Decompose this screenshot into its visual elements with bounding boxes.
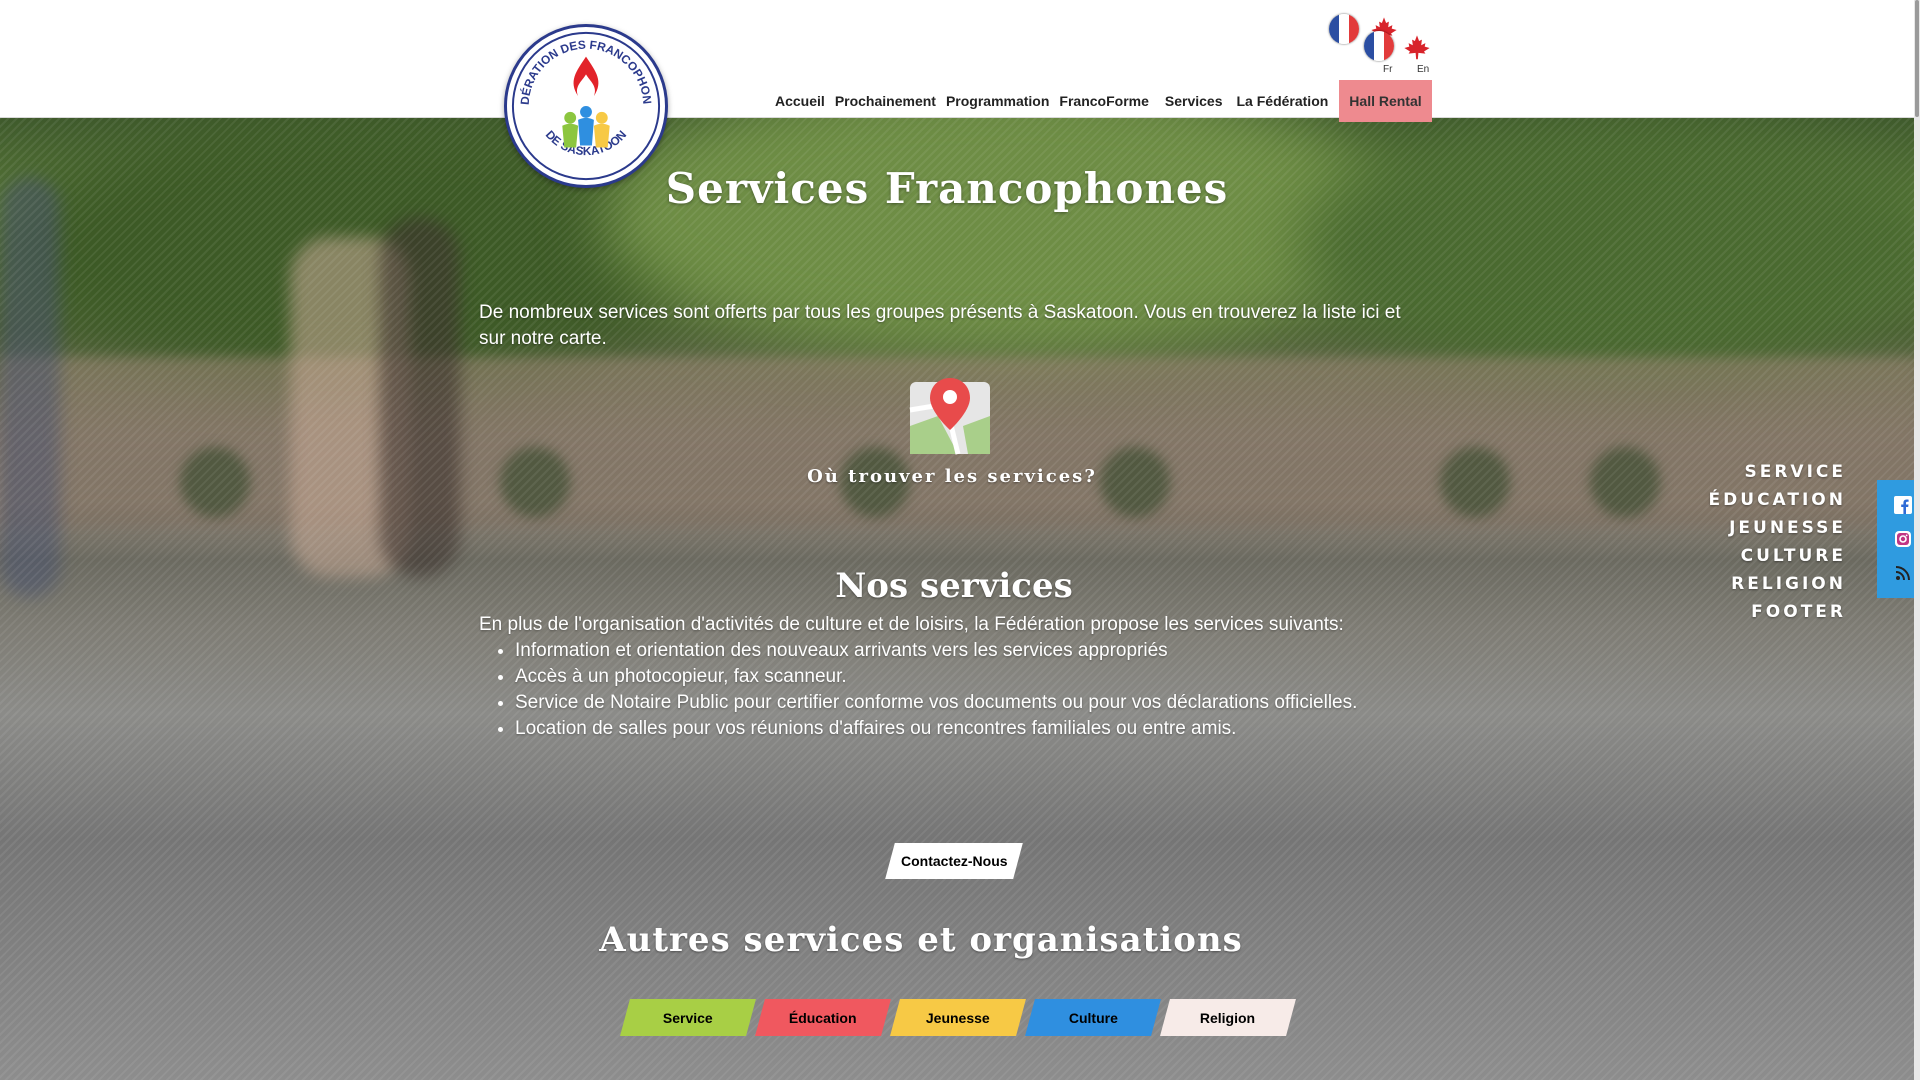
france-flag-icon[interactable] bbox=[1364, 31, 1394, 61]
quick-anchor-menu: SERVICE ÉDUCATION JEUNESSE CULTURE RELIG… bbox=[1709, 458, 1846, 626]
services-lead: En plus de l'organisation d'activités de… bbox=[479, 614, 1344, 635]
find-services-link[interactable]: Où trouver les services? bbox=[0, 466, 1904, 487]
category-label: Culture bbox=[1068, 1009, 1118, 1026]
nav-services[interactable]: Services bbox=[1160, 93, 1228, 109]
lang-en-label[interactable]: En bbox=[1417, 64, 1429, 75]
nav-accueil[interactable]: Accueil bbox=[770, 93, 830, 109]
facebook-icon[interactable] bbox=[1894, 496, 1912, 514]
category-culture-button[interactable]: Culture bbox=[1025, 999, 1161, 1036]
anchor-religion[interactable]: RELIGION bbox=[1709, 570, 1846, 598]
scrollbar-thumb[interactable] bbox=[1915, 0, 1919, 117]
anchor-footer[interactable]: FOOTER bbox=[1709, 598, 1846, 626]
page-scrollbar[interactable] bbox=[1914, 0, 1920, 1080]
maple-leaf-icon[interactable] bbox=[1403, 34, 1431, 62]
category-label: Religion bbox=[1200, 1009, 1256, 1026]
main-content: Services Francophones De nombreux servic… bbox=[0, 0, 1920, 1080]
category-label: Éducation bbox=[789, 1009, 857, 1026]
site-header: Accueil Prochainement Programmation Fran… bbox=[0, 0, 1920, 122]
lang-fr-label[interactable]: Fr bbox=[1383, 64, 1392, 75]
our-services-title: Nos services bbox=[835, 566, 1073, 606]
nav-la-federation[interactable]: La Fédération bbox=[1232, 93, 1334, 109]
main-nav: Accueil Prochainement Programmation Fran… bbox=[770, 80, 1432, 122]
services-list: Information et orientation des nouveaux … bbox=[479, 638, 1379, 742]
other-services-title: Autres services et organisations bbox=[599, 920, 1243, 960]
category-religion-button[interactable]: Religion bbox=[1160, 999, 1296, 1036]
nav-francoforme[interactable]: FrancoForme bbox=[1054, 93, 1153, 109]
nav-prochainement[interactable]: Prochainement bbox=[830, 93, 941, 109]
rss-icon[interactable] bbox=[1894, 564, 1912, 582]
map-pin-icon[interactable] bbox=[908, 376, 992, 456]
category-service-button[interactable]: Service bbox=[620, 999, 756, 1036]
instagram-icon[interactable] bbox=[1894, 530, 1912, 548]
anchor-culture[interactable]: CULTURE bbox=[1709, 542, 1846, 570]
nav-hall-rental[interactable]: Hall Rental bbox=[1339, 80, 1432, 122]
category-buttons: Service Éducation Jeunesse Culture Relig… bbox=[620, 999, 1296, 1036]
services-description: En plus de l'organisation d'activités de… bbox=[479, 612, 1379, 742]
intro-text: De nombreux services sont offerts par to… bbox=[479, 302, 1401, 349]
list-item: Location de salles pour vos réunions d'a… bbox=[515, 716, 1379, 742]
category-label: Service bbox=[663, 1009, 713, 1026]
list-item: Service de Notaire Public pour certifier… bbox=[515, 690, 1379, 716]
nav-programmation[interactable]: Programmation bbox=[941, 93, 1054, 109]
anchor-education[interactable]: ÉDUCATION bbox=[1709, 486, 1846, 514]
list-item: Accès à un photocopieur, fax scanneur. bbox=[515, 664, 1379, 690]
contact-button-label: Contactez-Nous bbox=[900, 853, 1008, 869]
category-jeunesse-button[interactable]: Jeunesse bbox=[890, 999, 1026, 1036]
anchor-service[interactable]: SERVICE bbox=[1709, 458, 1846, 486]
category-label: Jeunesse bbox=[926, 1009, 990, 1026]
anchor-jeunesse[interactable]: JEUNESSE bbox=[1709, 514, 1846, 542]
france-flag-icon[interactable] bbox=[1329, 14, 1359, 44]
page-title: Services Francophones bbox=[665, 164, 1229, 213]
category-education-button[interactable]: Éducation bbox=[755, 999, 891, 1036]
list-item: Information et orientation des nouveaux … bbox=[515, 638, 1379, 664]
federation-logo[interactable]: FÉDÉRATION DES FRANCOPHONES DE SASKATOON bbox=[504, 24, 668, 188]
contact-button[interactable]: Contactez-Nous bbox=[885, 843, 1023, 879]
